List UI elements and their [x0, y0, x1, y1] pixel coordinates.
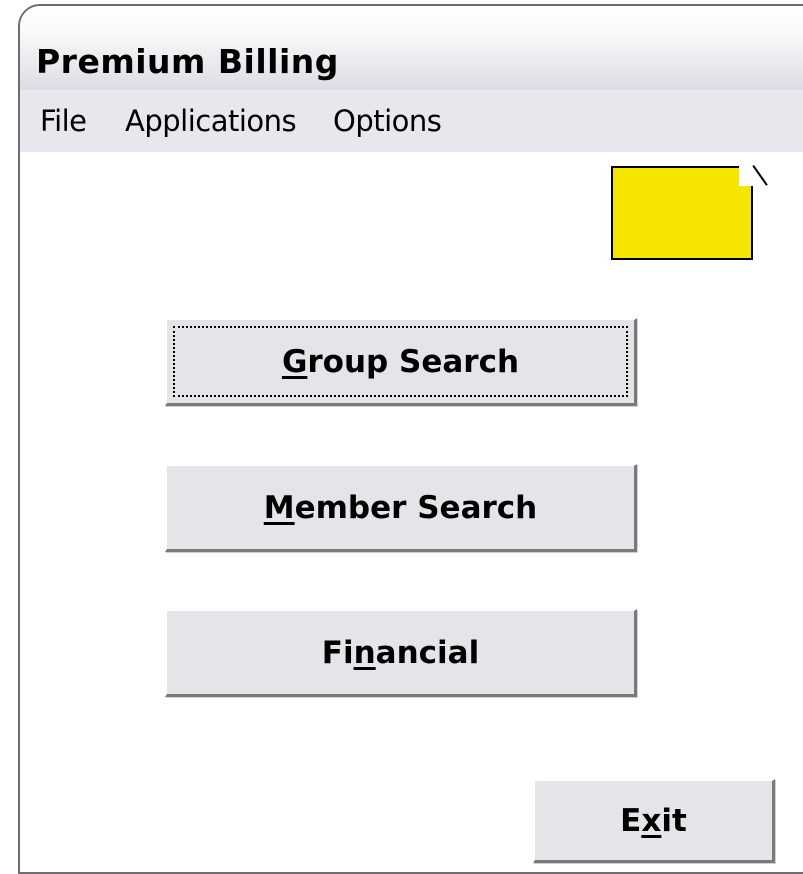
exit-label: Exit	[620, 803, 687, 839]
financial-label: Financial	[322, 635, 479, 671]
exit-button[interactable]: Exit	[533, 779, 775, 863]
exit-text-after: it	[661, 802, 687, 839]
exit-text-before: E	[620, 802, 642, 839]
menu-applications[interactable]: Applications	[125, 104, 297, 138]
menu-file[interactable]: File	[40, 104, 87, 138]
menu-bar: File Applications Options	[20, 90, 803, 152]
title-bar[interactable]: Premium Billing	[20, 6, 803, 90]
sticky-note-icon[interactable]	[611, 165, 768, 260]
app-window: Premium Billing File Applications Option…	[18, 4, 803, 874]
financial-button[interactable]: Financial	[165, 609, 637, 697]
group-search-mnemonic: G	[281, 343, 308, 380]
group-search-button[interactable]: Group Search	[165, 318, 637, 406]
member-search-mnemonic: M	[263, 489, 295, 526]
menu-options[interactable]: Options	[333, 104, 442, 138]
sticky-note-fold	[739, 166, 753, 186]
financial-mnemonic: n	[353, 634, 376, 671]
exit-mnemonic: x	[641, 802, 662, 839]
group-search-label: Group Search	[282, 344, 519, 380]
member-search-label: Member Search	[264, 490, 538, 526]
window-title: Premium Billing	[36, 42, 339, 81]
member-search-button[interactable]: Member Search	[165, 464, 637, 552]
member-search-text: ember Search	[294, 489, 538, 526]
financial-text-after: ancial	[375, 634, 480, 671]
financial-text-before: Fi	[321, 634, 354, 671]
group-search-text: roup Search	[307, 343, 520, 380]
